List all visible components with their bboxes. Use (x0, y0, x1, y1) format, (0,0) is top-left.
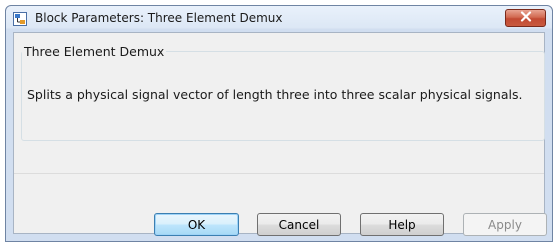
groupbox-label: Three Element Demux (22, 44, 167, 59)
apply-button[interactable]: Apply (463, 213, 547, 236)
close-button[interactable] (505, 9, 546, 27)
ok-button[interactable]: OK (154, 213, 239, 236)
close-icon (520, 11, 532, 25)
block-description: Splits a physical signal vector of lengt… (27, 87, 523, 102)
simulink-block-icon (13, 12, 27, 26)
title-bar[interactable]: Block Parameters: Three Element Demux (6, 6, 552, 32)
dialog-body: Three Element Demux Splits a physical si… (13, 32, 547, 236)
cancel-button[interactable]: Cancel (257, 213, 341, 236)
dialog-window: Block Parameters: Three Element Demux Th… (5, 5, 553, 242)
help-button[interactable]: Help (360, 213, 444, 236)
window-title: Block Parameters: Three Element Demux (35, 11, 283, 25)
divider (14, 173, 544, 174)
